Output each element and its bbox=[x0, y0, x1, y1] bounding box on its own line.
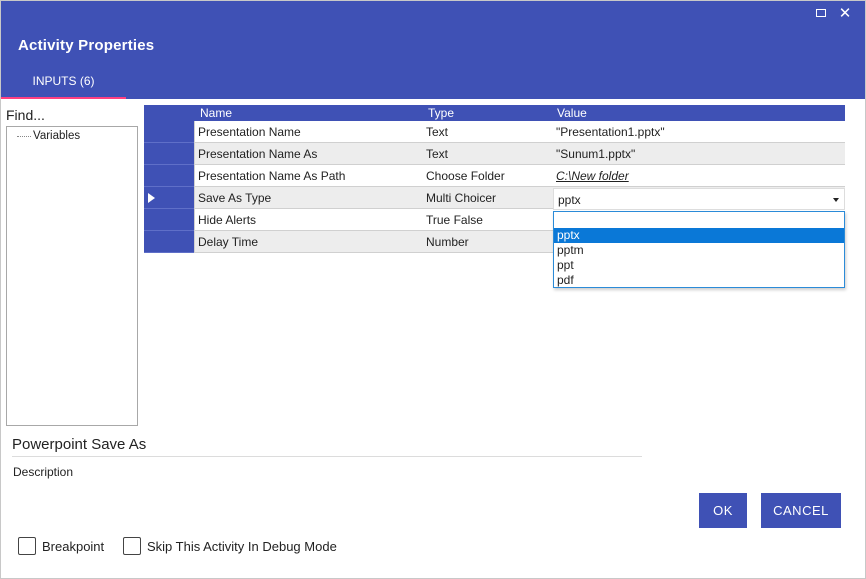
folder-link[interactable]: C:\New folder bbox=[556, 169, 629, 183]
cell-name: Save As Type bbox=[194, 187, 423, 209]
tab-active-indicator bbox=[1, 97, 126, 99]
cell-name: Presentation Name bbox=[194, 121, 423, 143]
tree-item-label: Variables bbox=[33, 130, 81, 142]
grid-header: Name Type Value bbox=[144, 105, 845, 121]
grid-row-presentation-name-as-path[interactable]: Presentation Name As Path Choose Folder … bbox=[144, 165, 845, 187]
column-header-name[interactable]: Name bbox=[200, 106, 232, 120]
column-header-value[interactable]: Value bbox=[557, 106, 587, 120]
maximize-icon bbox=[816, 9, 826, 17]
skip-debug-checkbox[interactable]: Skip This Activity In Debug Mode bbox=[123, 537, 337, 555]
tab-inputs[interactable]: INPUTS (6) bbox=[1, 67, 126, 99]
grid-row-presentation-name[interactable]: Presentation Name Text "Presentation1.pp… bbox=[144, 121, 845, 143]
tree-item-variables[interactable]: Variables bbox=[17, 130, 80, 142]
tab-inputs-label: INPUTS (6) bbox=[32, 74, 95, 88]
checkbox-box[interactable] bbox=[18, 537, 36, 555]
cell-type: Text bbox=[426, 125, 449, 139]
cancel-button[interactable]: CANCEL bbox=[761, 493, 841, 528]
variables-tree: Variables bbox=[6, 126, 138, 426]
cell-type: Choose Folder bbox=[426, 169, 505, 183]
find-search-box[interactable]: Find... bbox=[6, 107, 45, 123]
cell-name: Presentation Name As Path bbox=[194, 165, 423, 187]
dropdown-option-pptx[interactable]: pptx bbox=[554, 228, 844, 243]
grid-row-presentation-name-as[interactable]: Presentation Name As Text "Sunum1.pptx" bbox=[144, 143, 845, 165]
activity-divider bbox=[12, 456, 642, 457]
cell-value-folder-link[interactable]: C:\New folder bbox=[553, 165, 845, 187]
select-value: pptx bbox=[558, 193, 581, 207]
column-header-type[interactable]: Type bbox=[428, 106, 454, 120]
dropdown-option-pdf[interactable]: pdf bbox=[554, 273, 844, 288]
save-as-type-dropdown-list: pptx pptm ppt pdf bbox=[553, 211, 845, 288]
cell-type: True False bbox=[426, 213, 483, 227]
ok-button[interactable]: OK bbox=[699, 493, 747, 528]
current-row-icon-inner bbox=[148, 193, 155, 203]
activity-name: Powerpoint Save As bbox=[12, 436, 147, 453]
row-header[interactable] bbox=[144, 143, 194, 165]
cell-value[interactable]: "Presentation1.pptx" bbox=[553, 121, 845, 143]
row-header[interactable] bbox=[144, 209, 194, 231]
cell-name: Delay Time bbox=[194, 231, 423, 253]
dropdown-option-ppt[interactable]: ppt bbox=[554, 258, 844, 273]
row-header[interactable] bbox=[144, 187, 194, 209]
save-as-type-select[interactable]: pptx bbox=[553, 188, 845, 210]
checkbox-box[interactable] bbox=[123, 537, 141, 555]
cell-type: Number bbox=[426, 235, 469, 249]
cell-value[interactable]: "Sunum1.pptx" bbox=[553, 143, 845, 165]
skip-debug-label: Skip This Activity In Debug Mode bbox=[147, 538, 337, 554]
row-header[interactable] bbox=[144, 231, 194, 253]
dialog-header: ✕ Activity Properties INPUTS (6) bbox=[1, 1, 865, 99]
row-header[interactable] bbox=[144, 121, 194, 143]
breakpoint-label: Breakpoint bbox=[42, 538, 105, 554]
dropdown-option-pptm[interactable]: pptm bbox=[554, 243, 844, 258]
cell-name: Hide Alerts bbox=[194, 209, 423, 231]
close-button[interactable]: ✕ bbox=[837, 5, 853, 21]
dialog-title: Activity Properties bbox=[18, 37, 155, 54]
close-icon: ✕ bbox=[838, 4, 852, 22]
dropdown-filter-input[interactable] bbox=[554, 212, 844, 228]
breakpoint-checkbox[interactable]: Breakpoint bbox=[18, 537, 104, 555]
cell-type: Text bbox=[426, 147, 449, 161]
activity-description: Description bbox=[13, 465, 74, 479]
maximize-button[interactable] bbox=[813, 5, 829, 21]
tree-connector bbox=[17, 136, 31, 137]
cell-type: Multi Choicer bbox=[426, 191, 497, 205]
cell-name: Presentation Name As bbox=[194, 143, 423, 165]
row-header[interactable] bbox=[144, 165, 194, 187]
dropdown-arrow-icon[interactable] bbox=[833, 198, 839, 202]
activity-properties-dialog: ✕ Activity Properties INPUTS (6) Find...… bbox=[0, 0, 866, 579]
